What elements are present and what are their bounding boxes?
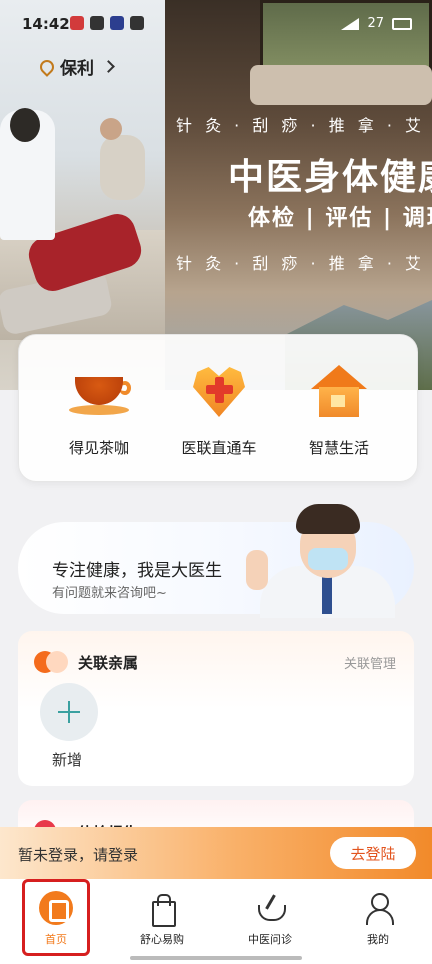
nav-item-shop[interactable]: 舒心易购 (122, 891, 202, 947)
app-notification-icon (70, 16, 84, 30)
banner-services-line-bottom: 针 灸 · 刮 痧 · 推 拿 · 艾 灸 (176, 254, 432, 273)
quick-services-card: 得见茶咖 医联直通车 智慧生活 (18, 334, 418, 482)
nav-label-consult: 中医问诊 (248, 933, 292, 946)
app-notification-icon (90, 16, 104, 30)
status-notification-icons (70, 16, 144, 30)
service-label: 得见茶咖 (68, 439, 129, 457)
nav-item-profile[interactable]: 我的 (338, 891, 418, 947)
login-prompt-text: 暂未登录，请登录 (18, 846, 139, 864)
service-label: 智慧生活 (308, 439, 369, 457)
banner-title: 中医身体健康 (228, 157, 432, 198)
signal-icon (341, 17, 360, 30)
medical-heart-icon (189, 363, 249, 421)
service-smart-life[interactable]: 智慧生活 (279, 363, 399, 458)
tea-cup-icon (69, 363, 131, 421)
app-notification-icon (110, 16, 124, 30)
add-relative-button[interactable] (40, 683, 98, 741)
banner-doctor-head (10, 108, 40, 142)
login-button[interactable]: 去登陆 (330, 837, 416, 869)
location-name: 保利 (60, 59, 94, 79)
crown-icon (130, 16, 144, 30)
banner-person-seated (100, 135, 145, 200)
location-pin-icon (37, 56, 57, 77)
chevron-right-icon (102, 60, 115, 73)
gesture-bar[interactable] (130, 956, 302, 960)
banner-services-line-top: 针 灸 · 刮 痧 · 推 拿 · 艾 灸 (176, 116, 432, 135)
relatives-manage-link[interactable]: 关联管理 (344, 653, 396, 672)
nav-label-shop: 舒心易购 (140, 933, 184, 946)
doctor-avatar-illustration (242, 500, 412, 618)
status-time: 14:42 (22, 15, 70, 33)
shopping-bag-icon (145, 891, 179, 927)
relatives-title: 关联亲属 (78, 654, 139, 672)
banner-subtitle: 体检 | 评估 | 调理 (248, 206, 432, 231)
banner-sofa (250, 65, 432, 105)
login-prompt-bar: 暂未登录，请登录 去登陆 (0, 827, 432, 879)
relatives-icon-overlay (46, 651, 68, 673)
mortar-pestle-icon (253, 891, 287, 925)
doctor-banner-subtitle: 有问题就来咨询吧~ (52, 586, 167, 601)
status-right: 27 (341, 16, 412, 31)
battery-icon (392, 17, 412, 30)
add-relative-label: 新增 (52, 751, 83, 769)
nav-item-consult[interactable]: 中医问诊 (230, 891, 310, 947)
service-label: 医联直通车 (181, 439, 257, 457)
plus-icon-bar (58, 711, 80, 713)
location-selector[interactable]: 保利 (37, 54, 115, 79)
nav-label-profile: 我的 (367, 933, 389, 946)
user-icon (361, 891, 395, 925)
battery-level: 27 (367, 16, 384, 31)
service-tea-coffee[interactable]: 得见茶咖 (39, 363, 159, 458)
status-bar: 14:42 27 (0, 0, 432, 48)
banner-person-head (100, 118, 122, 140)
service-medical-express[interactable]: 医联直通车 (159, 363, 279, 458)
relatives-card: 关联亲属 关联管理 新增 (18, 631, 414, 786)
smart-house-icon (309, 363, 369, 421)
home-highlight-box (22, 879, 90, 956)
doctor-banner-title: 专注健康，我是大医生 (52, 561, 222, 581)
